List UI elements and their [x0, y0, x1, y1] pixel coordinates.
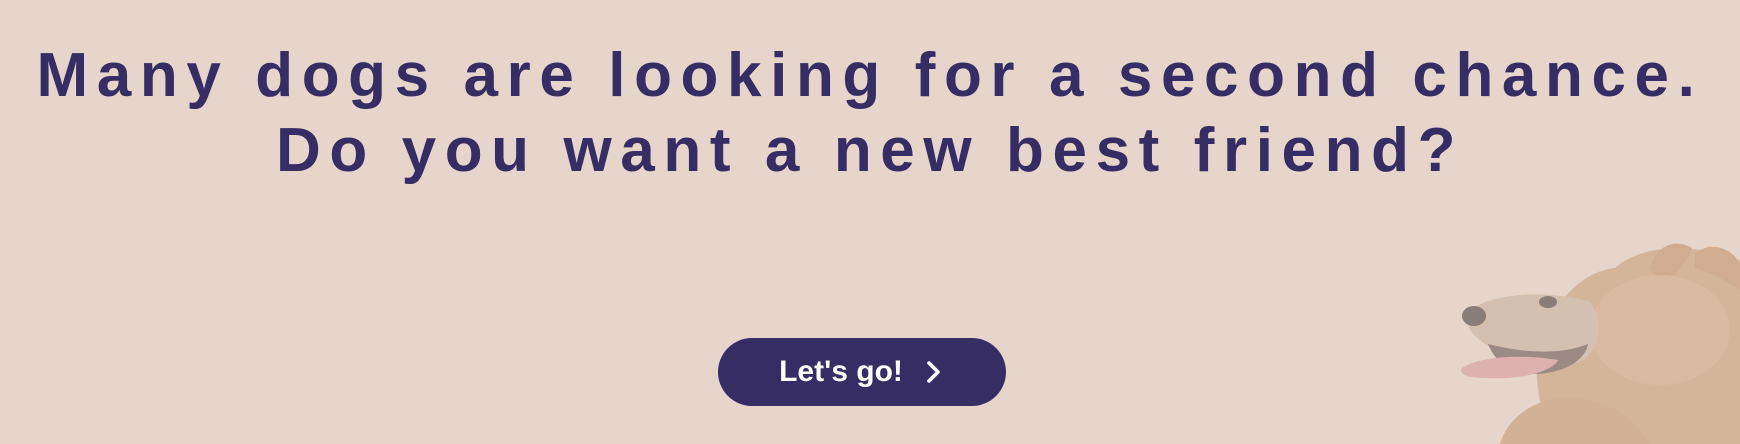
hero-section: Many dogs are looking for a second chanc… — [0, 0, 1740, 444]
headline-line-1: Many dogs are looking for a second chanc… — [36, 41, 1704, 110]
chevron-right-icon — [927, 361, 940, 383]
lets-go-button[interactable]: Let's go! — [718, 338, 1006, 406]
lets-go-button-label: Let's go! — [779, 355, 903, 388]
hero-headline: Many dogs are looking for a second chanc… — [0, 38, 1740, 188]
headline-line-2: Do you want a new best friend? — [275, 116, 1465, 185]
dog-image — [1461, 243, 1740, 444]
